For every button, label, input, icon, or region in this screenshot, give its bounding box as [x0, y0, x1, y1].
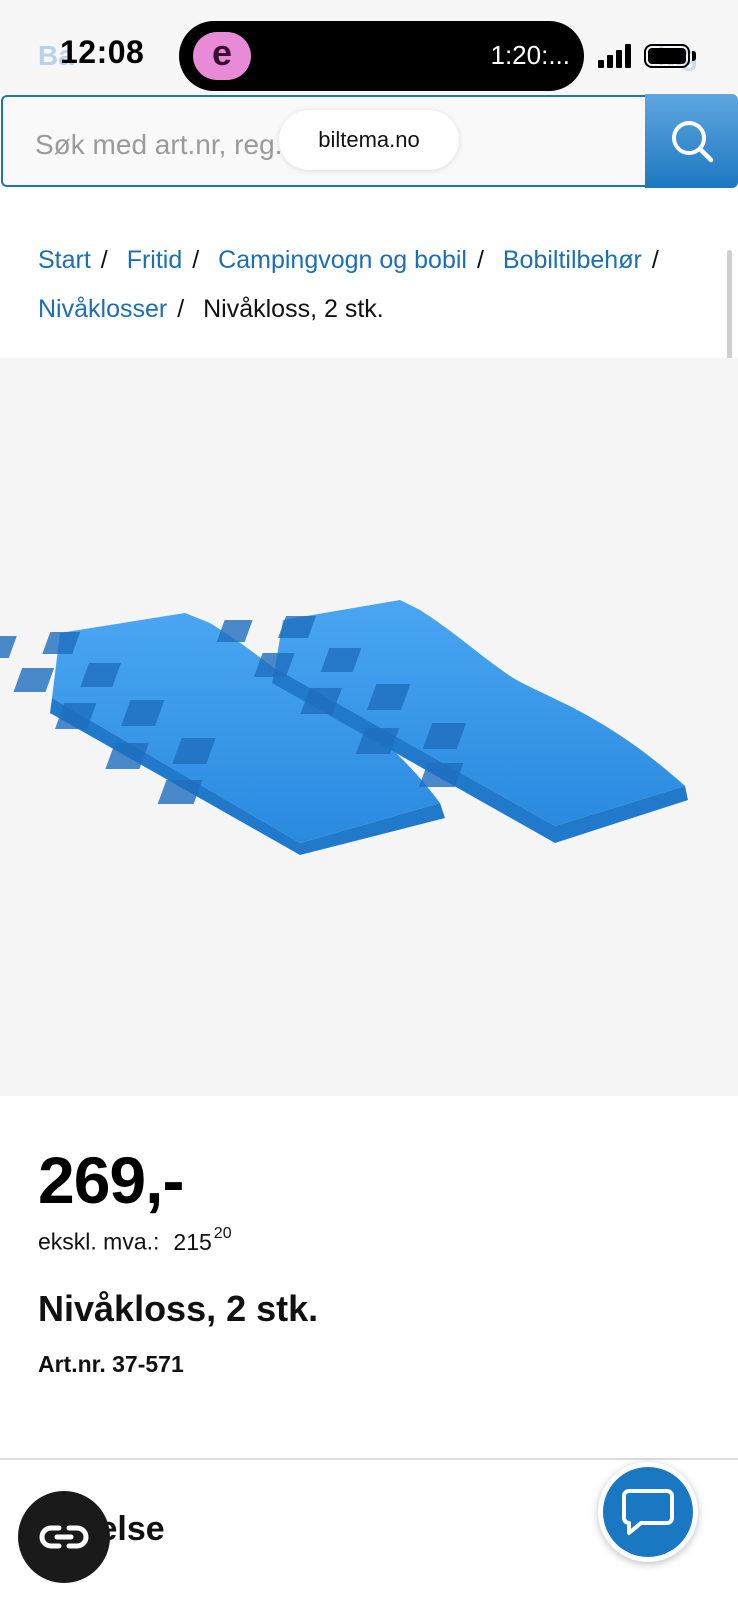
- ex-vat-label: ekskl. mva.:: [38, 1228, 160, 1255]
- cellular-signal-icon: [598, 44, 634, 68]
- link-icon: [39, 1525, 89, 1549]
- chat-icon: [622, 1489, 674, 1535]
- price-ex-vat: ekskl. mva.: 215 20: [38, 1225, 232, 1256]
- breadcrumb-campingvogn-og-bobil[interactable]: Campingvogn og bobil: [218, 246, 467, 274]
- breadcrumb-fritid[interactable]: Fritid: [127, 246, 183, 274]
- breadcrumb-separator: /: [177, 295, 185, 323]
- battery-icon: [644, 44, 690, 68]
- status-bar: Ba lag 12:08 e 1:20:...: [0, 0, 738, 94]
- product-title: Nivåkloss, 2 stk.: [38, 1288, 319, 1329]
- browser-url-pill[interactable]: biltema.no: [279, 110, 459, 170]
- chat-button[interactable]: [598, 1462, 698, 1562]
- breadcrumb-current: Nivåkloss, 2 stk.: [203, 295, 384, 323]
- dynamic-island[interactable]: e 1:20:...: [179, 21, 584, 91]
- leveling-ramps-image: [0, 600, 688, 855]
- breadcrumb: Start / Fritid / Campingvogn og bobil / Bob…: [38, 236, 718, 334]
- breadcrumb-separator: /: [651, 246, 659, 274]
- ex-vat-cents: 20: [213, 1225, 232, 1242]
- product-image[interactable]: [0, 358, 738, 1096]
- breadcrumb-separator: /: [476, 246, 484, 274]
- search-bar: Søk med art.nr, reg.nr biltema.no: [0, 94, 738, 188]
- app-activity-icon: e: [193, 32, 251, 80]
- search-button[interactable]: [645, 94, 738, 188]
- ex-vat-value: 215: [173, 1228, 212, 1255]
- breadcrumb-separator: /: [192, 246, 200, 274]
- breadcrumb-bobiltilbehor[interactable]: Bobiltilbehør: [503, 246, 642, 274]
- search-icon: [671, 121, 713, 163]
- article-number: Art.nr. 37-571: [38, 1351, 184, 1377]
- app-activity-letter: e: [211, 32, 233, 73]
- breadcrumb-separator: /: [100, 246, 108, 274]
- status-time: 12:08: [60, 34, 145, 70]
- product-price: 269,-: [38, 1143, 184, 1217]
- search-placeholder: Søk med art.nr, reg.nr: [35, 129, 308, 160]
- link-button[interactable]: [18, 1491, 110, 1583]
- breadcrumb-nivaklosser[interactable]: Nivåklosser: [38, 295, 167, 323]
- activity-timer: 1:20:...: [490, 40, 571, 70]
- chat-button-inner: [603, 1467, 693, 1557]
- section-divider: [0, 1458, 738, 1460]
- breadcrumb-start[interactable]: Start: [38, 246, 91, 274]
- battery-tip: [692, 51, 696, 61]
